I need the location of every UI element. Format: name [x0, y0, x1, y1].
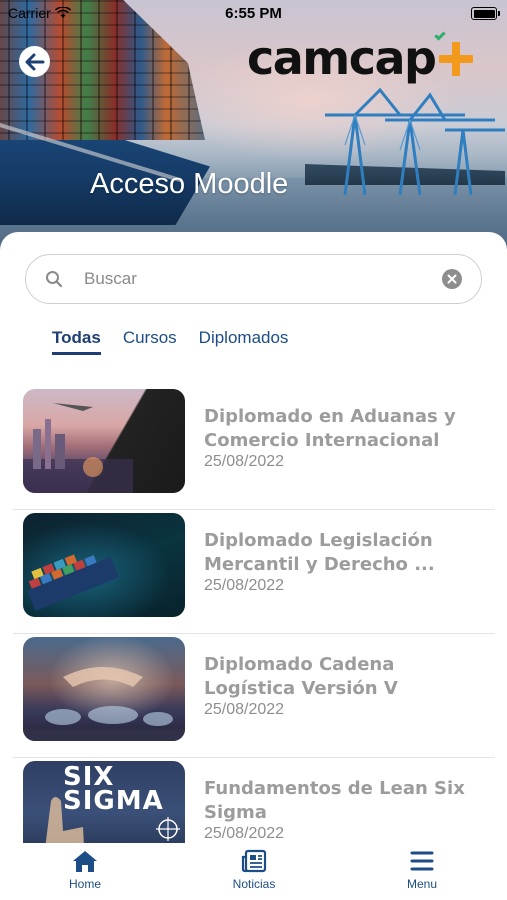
tab-cursos[interactable]: Cursos [123, 328, 177, 355]
newspaper-icon [241, 849, 267, 873]
tab-noticias[interactable]: Noticias [209, 849, 299, 891]
bottom-tab-bar: Home Noticias Menu [0, 843, 507, 900]
tab-home[interactable]: Home [40, 849, 130, 891]
clear-search-button[interactable] [442, 269, 462, 289]
search-bar [25, 254, 482, 304]
port-cranes-image [325, 87, 505, 195]
list-item[interactable]: Diplomado Legislación Mercantil y Derech… [13, 510, 495, 634]
battery-icon [471, 7, 500, 20]
status-bar: Carrier 6:55 PM [0, 0, 507, 28]
tab-diplomados[interactable]: Diplomados [199, 328, 289, 355]
page-title: Acceso Moodle [90, 168, 289, 200]
logo-text: camcap [247, 31, 437, 85]
close-icon [447, 274, 457, 284]
course-title: Fundamentos de Lean Six Sigma [204, 778, 465, 823]
tab-noticias-label: Noticias [232, 877, 276, 891]
course-title: Diplomado Legislación Mercantil y Derech… [204, 530, 435, 575]
search-input[interactable] [84, 265, 424, 293]
search-icon [46, 271, 63, 288]
back-button[interactable] [19, 46, 50, 77]
course-thumbnail [23, 389, 185, 493]
plus-icon [439, 42, 474, 76]
tab-home-label: Home [68, 877, 101, 891]
list-item[interactable]: Diplomado Cadena Logística Versión V 25/… [13, 634, 495, 758]
course-thumbnail [23, 637, 185, 741]
course-title: Diplomado en Aduanas y Comercio Internac… [204, 406, 456, 451]
filter-tabs: Todas Cursos Diplomados [52, 328, 288, 355]
list-item[interactable]: Diplomado en Aduanas y Comercio Internac… [13, 386, 495, 510]
camcap-logo: camcap [247, 29, 474, 86]
status-time: 6:55 PM [225, 5, 282, 22]
home-icon [73, 851, 97, 872]
arrow-left-icon [25, 53, 44, 70]
content-sheet: Todas Cursos Diplomados Diplomado en Adu… [0, 232, 507, 900]
course-thumbnail [23, 513, 185, 617]
course-date: 25/08/2022 [204, 453, 285, 470]
course-list: Diplomado en Aduanas y Comercio Internac… [0, 386, 507, 882]
course-date: 25/08/2022 [204, 825, 285, 842]
tab-todas[interactable]: Todas [52, 328, 101, 355]
course-title: Diplomado Cadena Logística Versión V [204, 654, 398, 699]
course-date: 25/08/2022 [204, 577, 285, 594]
tab-menu-label: Menu [406, 877, 438, 891]
hamburger-menu-icon [410, 851, 434, 871]
course-date: 25/08/2022 [204, 701, 285, 718]
tab-menu[interactable]: Menu [377, 849, 467, 891]
